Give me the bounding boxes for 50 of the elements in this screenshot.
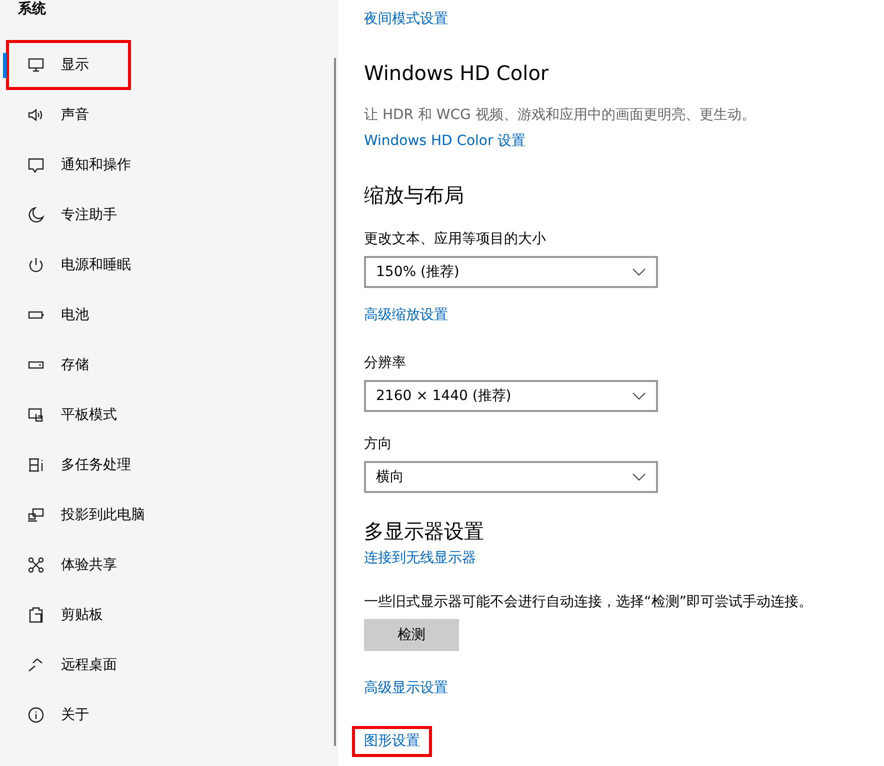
- project-icon: [27, 506, 45, 524]
- link[interactable]: 连接到无线显示器: [352, 543, 488, 574]
- field-label: 方向: [364, 435, 393, 454]
- sidebar-item[interactable]: 电源和睡眠: [6, 240, 144, 290]
- sidebar-item[interactable]: 多任务处理: [6, 440, 144, 490]
- field-label: 分辨率: [364, 354, 407, 373]
- sidebar-title: 系统: [17, 0, 47, 19]
- remote-icon: [27, 656, 45, 674]
- sidebar-item[interactable]: 电池: [6, 290, 131, 340]
- section-heading: 多显示器设置: [364, 519, 485, 543]
- scrollbar[interactable]: [334, 58, 336, 746]
- tablet-icon: [27, 406, 45, 424]
- link[interactable]: Windows HD Color 设置: [352, 126, 538, 157]
- link[interactable]: 高级缩放设置: [352, 300, 460, 331]
- message-icon: [27, 156, 45, 174]
- sidebar-item[interactable]: 通知和操作: [6, 140, 144, 190]
- info-icon: [27, 706, 45, 724]
- sidebar-item[interactable]: 平板模式: [6, 390, 131, 440]
- link[interactable]: 图形设置: [352, 726, 432, 757]
- section-heading: Windows HD Color: [364, 61, 550, 85]
- link[interactable]: 夜间模式设置: [352, 4, 460, 35]
- sidebar-item[interactable]: 专注助手: [6, 190, 131, 240]
- sidebar-item[interactable]: 投影到此电脑: [6, 490, 158, 540]
- sidebar-item[interactable]: 关于: [6, 690, 131, 740]
- sidebar-item[interactable]: 远程桌面: [6, 640, 131, 690]
- share-icon: [27, 556, 45, 574]
- section-heading: 缩放与布局: [364, 183, 465, 207]
- chevron-down-icon: [632, 392, 646, 400]
- sidebar-item[interactable]: 剪贴板: [6, 590, 131, 640]
- dropdown[interactable]: 2160 × 1440 (推荐): [364, 380, 658, 412]
- moon-icon: [27, 206, 45, 224]
- link[interactable]: 高级显示设置: [352, 673, 460, 704]
- clipboard-icon: [27, 606, 45, 624]
- detect-button[interactable]: 检测: [364, 619, 459, 651]
- dropdown[interactable]: 横向: [364, 461, 658, 493]
- info-text: 一些旧式显示器可能不会进行自动连接，选择“检测”即可尝试手动连接。: [364, 593, 813, 612]
- sidebar-item[interactable]: 声音: [6, 90, 131, 140]
- monitor-icon: [27, 56, 45, 74]
- speaker-icon: [27, 106, 45, 124]
- sidebar-item[interactable]: 体验共享: [6, 540, 131, 590]
- chevron-down-icon: [632, 268, 646, 276]
- chevron-down-icon: [632, 473, 646, 481]
- power-icon: [27, 256, 45, 274]
- multitask-icon: [27, 456, 45, 474]
- sidebar-item[interactable]: 存储: [6, 340, 131, 390]
- field-label: 更改文本、应用等项目的大小: [364, 230, 547, 249]
- dropdown[interactable]: 150% (推荐): [364, 256, 658, 288]
- description-text: 让 HDR 和 WCG 视频、游戏和应用中的画面更明亮、更生动。: [364, 106, 756, 125]
- sidebar-item[interactable]: 显示: [6, 40, 131, 90]
- selection-indicator: [3, 53, 7, 78]
